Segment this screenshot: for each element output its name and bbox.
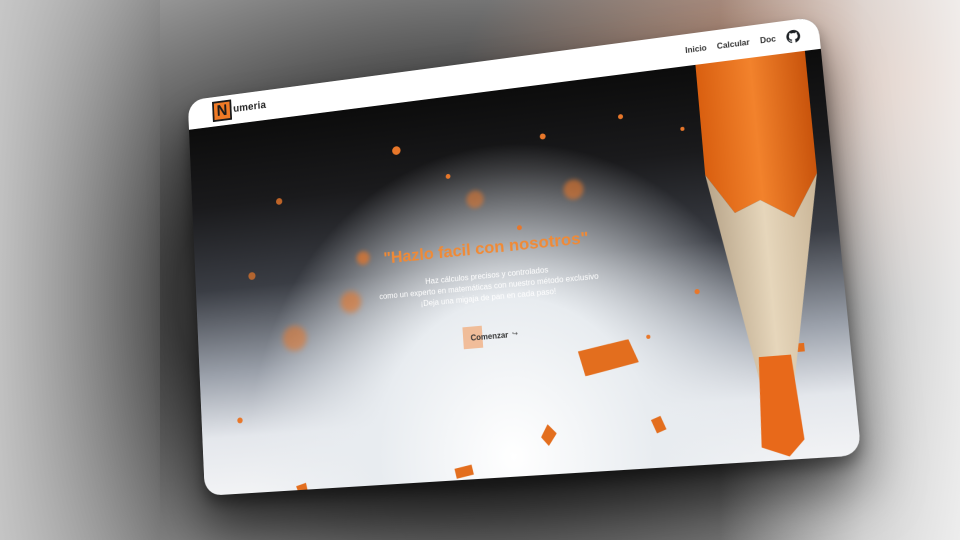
nav-link-inicio[interactable]: Inicio — [685, 43, 707, 55]
particle — [392, 146, 401, 156]
pencil-illustration — [674, 49, 850, 467]
particle — [618, 114, 623, 120]
wood-chip — [539, 423, 558, 447]
particle — [563, 178, 584, 200]
particle — [237, 417, 243, 423]
nav-links: Inicio Calcular Doc — [685, 29, 801, 57]
particle — [446, 174, 451, 179]
particle — [282, 325, 307, 352]
start-button-label: Comenzar — [470, 330, 508, 342]
particle — [540, 133, 546, 140]
wood-chip — [651, 416, 667, 434]
particle — [517, 225, 522, 230]
particle — [248, 272, 255, 280]
brand[interactable]: N umeria — [212, 95, 267, 122]
brand-name: umeria — [233, 99, 266, 114]
wood-chip — [293, 479, 313, 496]
particle — [276, 198, 283, 205]
hero-content: "Hazlo facil con nosotros" Haz cálculos … — [329, 222, 657, 365]
browser-window: N umeria Inicio Calcular Doc "Hazlo faci… — [188, 17, 862, 496]
start-button[interactable]: Comenzar ↪ — [462, 323, 519, 350]
particle — [466, 190, 484, 209]
logo-icon: N — [212, 99, 232, 122]
arrow-icon: ↪ — [512, 330, 518, 339]
wood-chip — [454, 465, 473, 479]
nav-link-calcular[interactable]: Calcular — [716, 37, 750, 50]
github-icon[interactable] — [786, 29, 801, 44]
nav-link-doc[interactable]: Doc — [760, 34, 777, 45]
perspective-stage: N umeria Inicio Calcular Doc "Hazlo faci… — [0, 0, 960, 540]
